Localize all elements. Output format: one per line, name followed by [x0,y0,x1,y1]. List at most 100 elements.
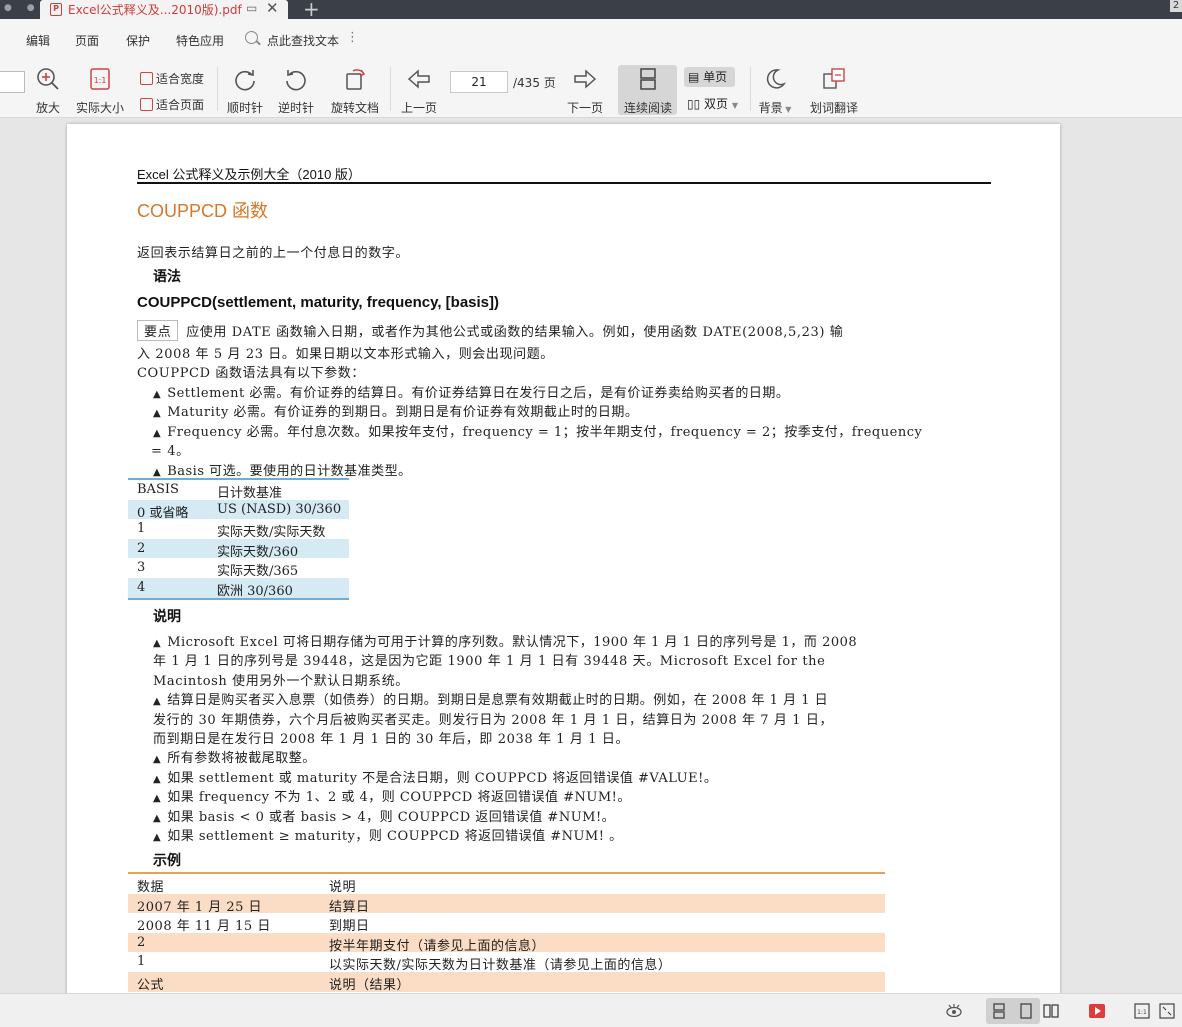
continuous-view-icon[interactable] [990,1002,1008,1020]
notes-heading: 说明 [153,609,181,625]
word-translate-button[interactable]: 划词翻译 [808,66,860,116]
tab-bar: ● ● P Excel公式释义及...2010版).pdf ▭ ✕ + 2 [0,0,1182,21]
actual-size-status-icon[interactable]: 1:1 [1133,1002,1151,1020]
arrow-right-icon [574,69,597,89]
basis-table: BASIS 日计数基准 0 或省略 US (NASD) 30/360 1 实际天数/实… [128,478,349,600]
table-header: 说明 [329,880,357,895]
bullet-icon: ▲ [153,467,162,478]
zoom-dropdown[interactable] [0,71,25,93]
fit-width-button[interactable]: 适合宽度 [140,70,204,87]
params-intro: COUPPCD 函数语法具有以下参数： [137,366,365,381]
menu-features[interactable]: 特色应用 [176,32,224,49]
window-dots: ● ● [4,3,41,13]
tab-title: Excel公式释义及...2010版).pdf [68,3,242,17]
bullet-icon: ▲ [153,696,162,707]
fit-page-status-icon[interactable] [1158,1002,1176,1020]
zoom-in-button[interactable]: 放大 [34,66,62,116]
single-page-icon: ▤ [688,70,700,84]
eye-protection-icon[interactable] [945,1002,963,1020]
table-cell: 结算日 [329,899,370,915]
single-page-view-icon[interactable] [1017,1002,1035,1020]
table-row: 1 实际天数/实际天数 [128,519,349,541]
double-page-view-icon[interactable] [1042,1002,1060,1020]
double-page-label: 双页 [704,97,729,111]
close-tab-icon[interactable]: ✕ [266,0,279,17]
actual-size-label: 实际大小 [75,101,124,115]
syntax-text: COUPPCD(settlement, maturity, frequency,… [137,294,500,311]
fit-width-icon [140,72,153,85]
bullet-icon: ▲ [153,754,162,765]
table-cell: US (NASD) 30/360 [217,501,342,517]
document-viewport[interactable]: Excel 公式释义及示例大全（2010 版） COUPPCD 函数 返回表示结… [0,118,1182,993]
new-tab-icon[interactable]: + [303,0,320,21]
next-page-button[interactable]: 下一页 [565,66,605,116]
table-header: BASIS [137,482,179,497]
toolbar: 放大 1:1 实际大小 适合宽度 适合页面 顺时针 逆时针 旋转文档 上一页 2… [0,61,1182,118]
table-row: 2 按半年期支付（请参见上面的信息） [128,932,885,954]
keypoint-line-2: 入 2008 年 5 月 23 日。如果日期以文本形式输入，则会出现问题。 [137,347,554,362]
rotate-clockwise-button[interactable]: 顺时针 [226,66,264,116]
param-maturity: ▲ Maturity 必需。有价证券的到期日。到期日是有价证券有效期截止时的日期。 [153,405,639,420]
toolbar-divider [750,67,751,111]
table-cell: 说明（结果） [329,977,411,993]
table-cell: 按半年期支付（请参见上面的信息） [329,938,546,954]
note-line: 发行的 30 年期债券，六个月后被购买者买走。则发行日为 2008 年 1 月 … [153,713,834,728]
note-line: Macintosh 使用另外一个默认日期系统。 [153,674,409,689]
fit-page-label: 适合页面 [156,98,205,112]
fit-page-button[interactable]: 适合页面 [140,96,204,113]
search-text-button[interactable]: 点此查找文本 [267,32,339,49]
keypoint-label: 要点 [137,320,179,341]
table-cell: 实际天数/实际天数 [217,525,326,541]
bullet-icon: ▲ [153,408,162,419]
table-cell: 2 [137,934,146,950]
bullet-icon: ▲ [153,638,162,649]
table-row: 2008 年 11 月 15 日 到期日 [128,913,885,935]
svg-text:1:1: 1:1 [1137,1009,1147,1016]
table-cell: 欧洲 30/360 [217,583,293,599]
background-button[interactable]: 背景 ▼ [757,66,793,116]
previous-page-button[interactable]: 上一页 [399,66,439,116]
menu-protect[interactable]: 保护 [126,32,150,49]
table-cell: 到期日 [329,919,370,935]
chevron-down-icon: ▼ [731,101,739,110]
actual-size-button[interactable]: 1:1 实际大小 [74,66,126,116]
note-line: ▲ 所有参数将被截尾取整。 [153,751,316,766]
page-number-input[interactable]: 21 [450,71,508,93]
more-options-icon[interactable]: ⋮ [346,30,359,45]
word-translate-label: 划词翻译 [809,101,858,115]
table-header: 数据 [137,880,165,895]
table-row: 0 或省略 US (NASD) 30/360 [128,499,349,521]
table-row: 3 实际天数/365 [128,558,349,579]
search-icon[interactable] [245,31,258,44]
table-row: 2 实际天数/360 [128,538,349,560]
moon-icon [766,69,787,89]
continuous-reading-button[interactable]: 连续阅读 [622,66,674,116]
table-row: 2007 年 1 月 25 日 结算日 [128,893,885,915]
menu-page[interactable]: 页面 [75,32,99,49]
menu-bar: 编辑 页面 保护 特色应用 点此查找文本 ⋮ [0,19,1182,61]
note-line: ▲ 如果 settlement ≥ maturity，则 COUPPCD 将返回错… [153,829,623,844]
next-page-label: 下一页 [566,101,603,115]
play-icon[interactable] [1088,1002,1106,1020]
table-row: 4 欧洲 30/360 [128,577,349,599]
param-frequency-wrap: = 4。 [151,444,190,459]
note-line: ▲ 如果 frequency 不为 1、2 或 4，则 COUPPCD 将返回错误… [153,790,631,805]
table-cell: 3 [137,560,146,576]
bullet-icon: ▲ [153,774,162,785]
double-page-button[interactable]: ▯▯ 双页 ▼ [687,95,738,112]
menu-edit[interactable]: 编辑 [26,32,50,49]
note-line: ▲ Microsoft Excel 可将日期存储为可用于计算的序列数。默认情况下，… [153,635,858,650]
rotate-counterclockwise-icon [286,70,306,91]
background-label: 背景 ▼ [758,101,792,115]
zoom-in-label: 放大 [35,101,60,115]
document-tab[interactable]: P Excel公式释义及...2010版).pdf ▭ ✕ [40,0,288,19]
pin-icon[interactable]: ▭ [246,1,257,15]
table-cell: 0 或省略 [137,505,189,521]
fit-page-icon [140,98,153,111]
single-page-button[interactable]: ▤ 单页 [684,67,735,87]
example-table: 数据 说明 2007 年 1 月 25 日 结算日 2008 年 11 月 15 日… [128,872,885,993]
intro-text: 返回表示结算日之前的上一个付息日的数字。 [137,246,410,261]
rotate-document-button[interactable]: 旋转文档 [329,66,381,116]
rotate-counterclockwise-button[interactable]: 逆时针 [277,66,315,116]
bullet-icon: ▲ [153,428,162,439]
